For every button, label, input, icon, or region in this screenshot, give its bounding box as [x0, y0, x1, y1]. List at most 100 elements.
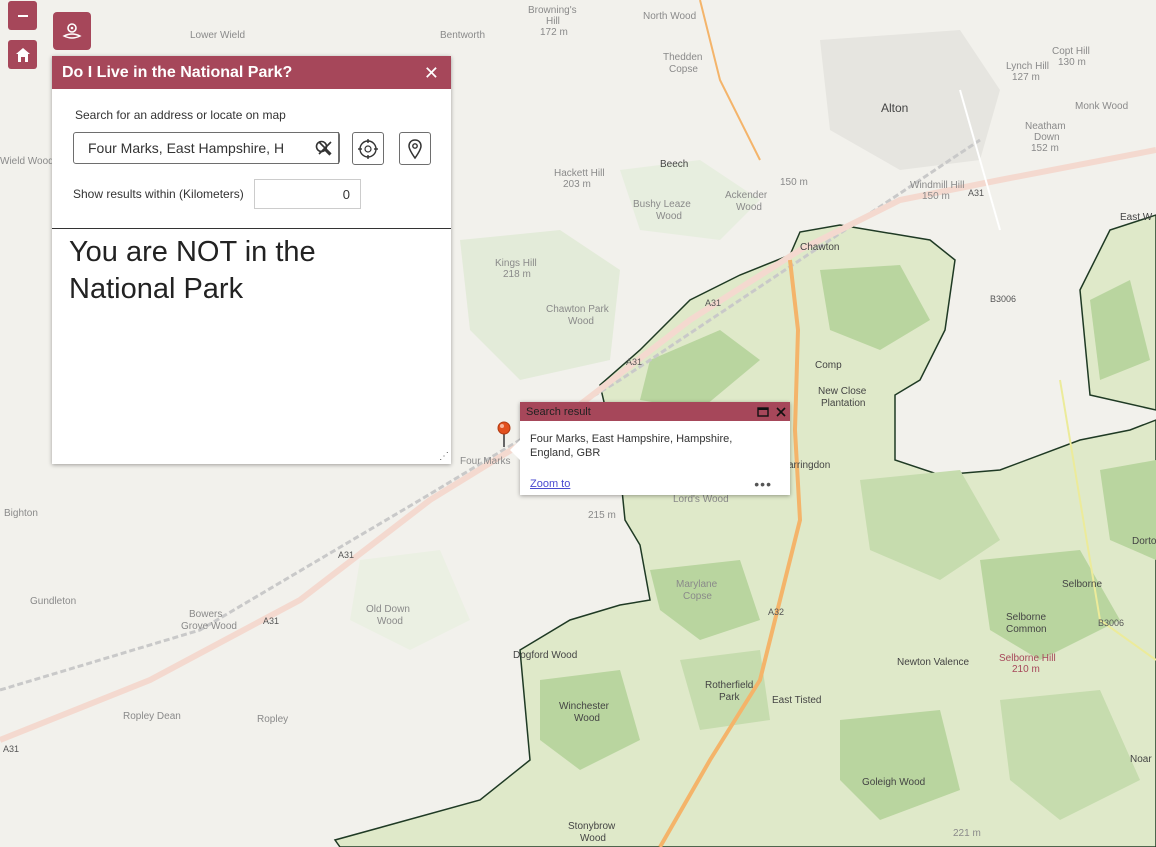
svg-text:215 m: 215 m: [588, 510, 616, 521]
svg-text:210 m: 210 m: [1012, 664, 1040, 675]
svg-text:Common: Common: [1006, 624, 1047, 635]
svg-text:A31: A31: [705, 298, 721, 308]
svg-text:Browning's: Browning's: [528, 5, 577, 16]
svg-text:Bowers: Bowers: [189, 609, 222, 620]
zoom-out-button[interactable]: [8, 1, 37, 30]
distance-label: Show results within (Kilometers): [73, 187, 244, 201]
svg-text:Wood: Wood: [580, 833, 606, 844]
resize-handle-icon[interactable]: ⋰: [439, 451, 449, 462]
svg-text:Selborne: Selborne: [1062, 579, 1102, 590]
svg-text:Hackett Hill: Hackett Hill: [554, 168, 605, 179]
svg-text:221 m: 221 m: [953, 828, 981, 839]
svg-text:Wood: Wood: [574, 713, 600, 724]
svg-text:Park: Park: [719, 692, 741, 703]
svg-text:New Close: New Close: [818, 386, 867, 397]
svg-text:Wood: Wood: [568, 316, 594, 327]
svg-text:Grove Wood: Grove Wood: [181, 621, 237, 632]
svg-text:B3006: B3006: [1098, 618, 1124, 628]
locate-button[interactable]: [352, 132, 384, 165]
svg-text:Hill: Hill: [546, 16, 560, 27]
svg-text:Bentworth: Bentworth: [440, 30, 485, 41]
svg-text:Windmill Hill: Windmill Hill: [910, 180, 964, 191]
svg-text:Chawton Park: Chawton Park: [546, 304, 610, 315]
widget-toggle-button[interactable]: [53, 12, 91, 50]
zoom-to-link[interactable]: Zoom to: [530, 478, 570, 490]
svg-text:A31: A31: [968, 188, 984, 198]
crosshair-icon: [358, 138, 378, 159]
popup-pointer: [510, 440, 520, 460]
svg-text:Wood: Wood: [736, 202, 762, 213]
national-park-panel: Do I Live in the National Park? ✕ Search…: [52, 56, 451, 464]
svg-text:Alton: Alton: [881, 101, 908, 115]
svg-text:Dorto: Dorto: [1132, 536, 1156, 547]
home-button[interactable]: [8, 40, 37, 69]
maximize-icon[interactable]: [756, 405, 770, 419]
svg-text:A32: A32: [768, 607, 784, 617]
svg-text:203 m: 203 m: [563, 179, 591, 190]
panel-title: Do I Live in the National Park?: [62, 63, 293, 81]
search-button[interactable]: [306, 132, 340, 164]
svg-text:Beech: Beech: [660, 159, 688, 170]
svg-text:Lynch Hill: Lynch Hill: [1006, 61, 1049, 72]
svg-text:Monk Wood: Monk Wood: [1075, 101, 1128, 112]
svg-text:A31: A31: [263, 616, 279, 626]
svg-text:Winchester: Winchester: [559, 701, 610, 712]
svg-text:Neatham: Neatham: [1025, 121, 1066, 132]
search-label: Search for an address or locate on map: [75, 108, 286, 122]
panel-header: Do I Live in the National Park? ✕: [52, 56, 451, 89]
svg-text:Thedden: Thedden: [663, 52, 702, 63]
popup-header: Search result: [520, 402, 790, 421]
svg-text:A31: A31: [338, 550, 354, 560]
search-box: [73, 132, 339, 164]
svg-text:A31: A31: [3, 744, 19, 754]
svg-text:Down: Down: [1034, 132, 1060, 143]
svg-text:Copse: Copse: [683, 591, 712, 602]
location-search-icon: [62, 23, 82, 39]
svg-text:127 m: 127 m: [1012, 72, 1040, 83]
svg-text:Newton Valence: Newton Valence: [897, 657, 970, 668]
svg-text:Comp: Comp: [815, 360, 842, 371]
svg-text:A31: A31: [626, 357, 642, 367]
search-result-popup: Search result Four Marks, East Hampshire…: [510, 402, 790, 495]
svg-text:Selborne Hill: Selborne Hill: [999, 653, 1056, 664]
svg-text:Ackender: Ackender: [725, 190, 768, 201]
map-pin-icon: [408, 138, 422, 159]
search-input[interactable]: [86, 139, 288, 157]
close-icon[interactable]: ✕: [424, 64, 439, 82]
distance-input[interactable]: [254, 179, 361, 209]
svg-text:Lower Wield: Lower Wield: [190, 30, 245, 41]
svg-text:Stonybrow: Stonybrow: [568, 821, 616, 832]
select-on-map-button[interactable]: [399, 132, 431, 165]
svg-text:East W: East W: [1120, 212, 1153, 223]
svg-text:Ropley Dean: Ropley Dean: [123, 711, 181, 722]
home-icon: [15, 47, 30, 62]
svg-text:East Tisted: East Tisted: [772, 695, 821, 706]
svg-text:Kings Hill: Kings Hill: [495, 258, 537, 269]
svg-text:Old Down: Old Down: [366, 604, 410, 615]
divider: [52, 228, 451, 229]
svg-text:Bushy Leaze: Bushy Leaze: [633, 199, 691, 210]
svg-text:152 m: 152 m: [1031, 143, 1059, 154]
popup-address: Four Marks, East Hampshire, Hampshire, E…: [530, 433, 733, 459]
svg-text:218 m: 218 m: [503, 269, 531, 280]
svg-text:172 m: 172 m: [540, 27, 568, 38]
svg-text:Four Marks: Four Marks: [460, 456, 511, 467]
popup-title: Search result: [526, 405, 591, 418]
svg-text:Lord's Wood: Lord's Wood: [673, 494, 729, 505]
more-options-icon[interactable]: •••: [754, 476, 772, 492]
svg-text:Marylane: Marylane: [676, 579, 718, 590]
svg-text:B3006: B3006: [990, 294, 1016, 304]
close-icon[interactable]: [774, 405, 788, 419]
svg-text:Wield Wood: Wield Wood: [0, 156, 54, 167]
svg-text:150 m: 150 m: [780, 177, 808, 188]
svg-text:arringdon: arringdon: [788, 460, 830, 471]
svg-text:Selborne: Selborne: [1006, 612, 1046, 623]
svg-text:Copt Hill: Copt Hill: [1052, 46, 1090, 57]
svg-text:Wood: Wood: [656, 211, 682, 222]
result-message: You are NOT in the National Park: [69, 236, 316, 305]
svg-text:Rotherfield: Rotherfield: [705, 680, 753, 691]
svg-text:Chawton: Chawton: [800, 242, 839, 253]
svg-text:Bighton: Bighton: [4, 508, 38, 519]
minus-icon: [17, 14, 28, 17]
svg-text:150 m: 150 m: [922, 191, 950, 202]
